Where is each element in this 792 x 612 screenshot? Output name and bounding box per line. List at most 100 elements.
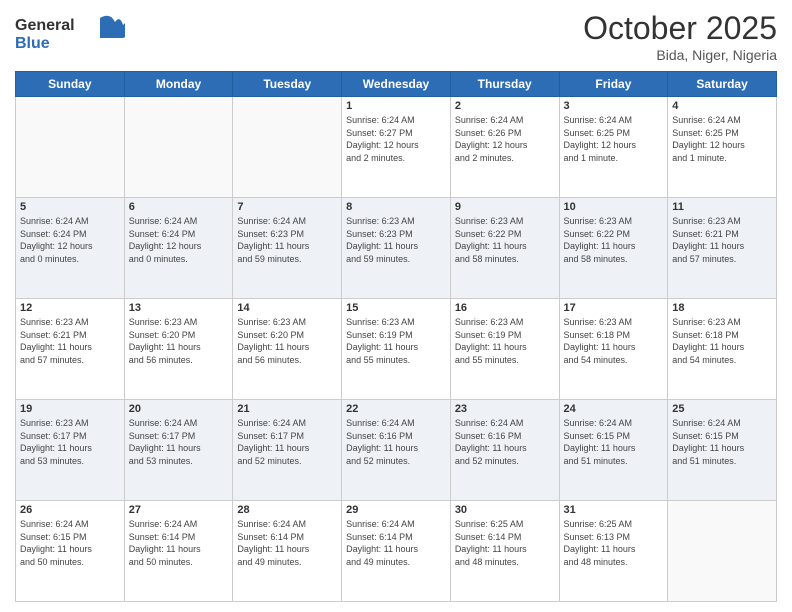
- location: Bida, Niger, Nigeria: [583, 47, 777, 63]
- calendar-cell: 12 Sunrise: 6:23 AM Sunset: 6:21 PM Dayli…: [16, 299, 125, 400]
- day-info: Sunrise: 6:23 AM Sunset: 6:20 PM Dayligh…: [129, 316, 229, 366]
- day-number: 15: [346, 302, 446, 314]
- title-section: October 2025 Bida, Niger, Nigeria: [583, 10, 777, 63]
- day-info: Sunrise: 6:24 AM Sunset: 6:26 PM Dayligh…: [455, 114, 555, 164]
- day-info: Sunrise: 6:23 AM Sunset: 6:20 PM Dayligh…: [237, 316, 337, 366]
- day-number: 24: [564, 403, 664, 415]
- day-number: 10: [564, 201, 664, 213]
- day-number: 28: [237, 504, 337, 516]
- day-number: 31: [564, 504, 664, 516]
- header: General Blue October 2025 Bida, Niger, N…: [15, 10, 777, 63]
- day-info: Sunrise: 6:23 AM Sunset: 6:19 PM Dayligh…: [455, 316, 555, 366]
- day-number: 7: [237, 201, 337, 213]
- day-number: 22: [346, 403, 446, 415]
- day-number: 27: [129, 504, 229, 516]
- day-info: Sunrise: 6:23 AM Sunset: 6:22 PM Dayligh…: [564, 215, 664, 265]
- day-number: 14: [237, 302, 337, 314]
- calendar-cell: 31 Sunrise: 6:25 AM Sunset: 6:13 PM Dayli…: [559, 501, 668, 602]
- calendar-cell: 28 Sunrise: 6:24 AM Sunset: 6:14 PM Dayli…: [233, 501, 342, 602]
- day-number: 17: [564, 302, 664, 314]
- svg-text:Blue: Blue: [15, 35, 50, 52]
- day-info: Sunrise: 6:24 AM Sunset: 6:15 PM Dayligh…: [20, 518, 120, 568]
- svg-text:General: General: [15, 17, 75, 34]
- day-info: Sunrise: 6:23 AM Sunset: 6:19 PM Dayligh…: [346, 316, 446, 366]
- weekday-header-thursday: Thursday: [450, 72, 559, 97]
- calendar-cell: 21 Sunrise: 6:24 AM Sunset: 6:17 PM Dayli…: [233, 400, 342, 501]
- calendar-week-1: 1Sunrise: 6:24 AM Sunset: 6:27 PM Daylig…: [16, 97, 777, 198]
- day-info: Sunrise: 6:23 AM Sunset: 6:21 PM Dayligh…: [20, 316, 120, 366]
- day-number: 6: [129, 201, 229, 213]
- day-info: Sunrise: 6:24 AM Sunset: 6:14 PM Dayligh…: [237, 518, 337, 568]
- weekday-header-sunday: Sunday: [16, 72, 125, 97]
- calendar-cell: 26 Sunrise: 6:24 AM Sunset: 6:15 PM Dayli…: [16, 501, 125, 602]
- day-number: 8: [346, 201, 446, 213]
- day-info: Sunrise: 6:25 AM Sunset: 6:13 PM Dayligh…: [564, 518, 664, 568]
- day-info: Sunrise: 6:24 AM Sunset: 6:15 PM Dayligh…: [672, 417, 772, 467]
- day-info: Sunrise: 6:23 AM Sunset: 6:23 PM Dayligh…: [346, 215, 446, 265]
- day-number: 30: [455, 504, 555, 516]
- weekday-header-friday: Friday: [559, 72, 668, 97]
- calendar-cell: 15 Sunrise: 6:23 AM Sunset: 6:19 PM Dayli…: [342, 299, 451, 400]
- calendar-cell: [233, 97, 342, 198]
- calendar-cell: 9 Sunrise: 6:23 AM Sunset: 6:22 PM Daylig…: [450, 198, 559, 299]
- calendar-week-3: 12 Sunrise: 6:23 AM Sunset: 6:21 PM Dayli…: [16, 299, 777, 400]
- calendar-cell: 8 Sunrise: 6:23 AM Sunset: 6:23 PM Daylig…: [342, 198, 451, 299]
- day-number: 9: [455, 201, 555, 213]
- calendar-cell: 7Sunrise: 6:24 AM Sunset: 6:23 PM Daylig…: [233, 198, 342, 299]
- calendar-cell: [124, 97, 233, 198]
- day-info: Sunrise: 6:24 AM Sunset: 6:14 PM Dayligh…: [129, 518, 229, 568]
- weekday-header-saturday: Saturday: [668, 72, 777, 97]
- weekday-header-wednesday: Wednesday: [342, 72, 451, 97]
- weekday-header-monday: Monday: [124, 72, 233, 97]
- calendar-cell: 19Sunrise: 6:23 AM Sunset: 6:17 PM Dayli…: [16, 400, 125, 501]
- calendar-table: SundayMondayTuesdayWednesdayThursdayFrid…: [15, 71, 777, 602]
- day-info: Sunrise: 6:24 AM Sunset: 6:25 PM Dayligh…: [564, 114, 664, 164]
- day-info: Sunrise: 6:24 AM Sunset: 6:15 PM Dayligh…: [564, 417, 664, 467]
- day-number: 1: [346, 100, 446, 112]
- calendar-week-5: 26 Sunrise: 6:24 AM Sunset: 6:15 PM Dayli…: [16, 501, 777, 602]
- calendar-cell: 22Sunrise: 6:24 AM Sunset: 6:16 PM Dayli…: [342, 400, 451, 501]
- day-info: Sunrise: 6:24 AM Sunset: 6:17 PM Dayligh…: [237, 417, 337, 467]
- day-number: 20: [129, 403, 229, 415]
- day-number: 11: [672, 201, 772, 213]
- calendar-cell: 30 Sunrise: 6:25 AM Sunset: 6:14 PM Dayli…: [450, 501, 559, 602]
- day-number: 12: [20, 302, 120, 314]
- day-info: Sunrise: 6:23 AM Sunset: 6:17 PM Dayligh…: [20, 417, 120, 467]
- day-info: Sunrise: 6:24 AM Sunset: 6:16 PM Dayligh…: [455, 417, 555, 467]
- calendar-cell: 4 Sunrise: 6:24 AM Sunset: 6:25 PM Daylig…: [668, 97, 777, 198]
- day-number: 25: [672, 403, 772, 415]
- day-number: 29: [346, 504, 446, 516]
- day-info: Sunrise: 6:23 AM Sunset: 6:18 PM Dayligh…: [672, 316, 772, 366]
- month-title: October 2025: [583, 10, 777, 47]
- day-number: 3: [564, 100, 664, 112]
- calendar-week-2: 5 Sunrise: 6:24 AM Sunset: 6:24 PM Daylig…: [16, 198, 777, 299]
- calendar-cell: 14 Sunrise: 6:23 AM Sunset: 6:20 PM Dayli…: [233, 299, 342, 400]
- day-number: 26: [20, 504, 120, 516]
- day-info: Sunrise: 6:24 AM Sunset: 6:14 PM Dayligh…: [346, 518, 446, 568]
- calendar-cell: 3 Sunrise: 6:24 AM Sunset: 6:25 PM Daylig…: [559, 97, 668, 198]
- calendar-cell: 20 Sunrise: 6:24 AM Sunset: 6:17 PM Dayli…: [124, 400, 233, 501]
- calendar-week-4: 19Sunrise: 6:23 AM Sunset: 6:17 PM Dayli…: [16, 400, 777, 501]
- day-info: Sunrise: 6:24 AM Sunset: 6:25 PM Dayligh…: [672, 114, 772, 164]
- calendar-cell: 27 Sunrise: 6:24 AM Sunset: 6:14 PM Dayli…: [124, 501, 233, 602]
- day-info: Sunrise: 6:23 AM Sunset: 6:22 PM Dayligh…: [455, 215, 555, 265]
- weekday-header-tuesday: Tuesday: [233, 72, 342, 97]
- day-info: Sunrise: 6:25 AM Sunset: 6:14 PM Dayligh…: [455, 518, 555, 568]
- calendar-cell: 6Sunrise: 6:24 AM Sunset: 6:24 PM Daylig…: [124, 198, 233, 299]
- day-info: Sunrise: 6:24 AM Sunset: 6:17 PM Dayligh…: [129, 417, 229, 467]
- logo: General Blue: [15, 10, 125, 60]
- calendar-cell: 13Sunrise: 6:23 AM Sunset: 6:20 PM Dayli…: [124, 299, 233, 400]
- day-number: 2: [455, 100, 555, 112]
- calendar-cell: 25 Sunrise: 6:24 AM Sunset: 6:15 PM Dayli…: [668, 400, 777, 501]
- day-number: 21: [237, 403, 337, 415]
- day-info: Sunrise: 6:24 AM Sunset: 6:24 PM Dayligh…: [20, 215, 120, 265]
- calendar-cell: 16 Sunrise: 6:23 AM Sunset: 6:19 PM Dayli…: [450, 299, 559, 400]
- calendar-cell: 11Sunrise: 6:23 AM Sunset: 6:21 PM Dayli…: [668, 198, 777, 299]
- day-number: 16: [455, 302, 555, 314]
- day-number: 5: [20, 201, 120, 213]
- day-number: 18: [672, 302, 772, 314]
- page: General Blue October 2025 Bida, Niger, N…: [0, 0, 792, 612]
- calendar-cell: 24 Sunrise: 6:24 AM Sunset: 6:15 PM Dayli…: [559, 400, 668, 501]
- day-info: Sunrise: 6:23 AM Sunset: 6:18 PM Dayligh…: [564, 316, 664, 366]
- day-number: 4: [672, 100, 772, 112]
